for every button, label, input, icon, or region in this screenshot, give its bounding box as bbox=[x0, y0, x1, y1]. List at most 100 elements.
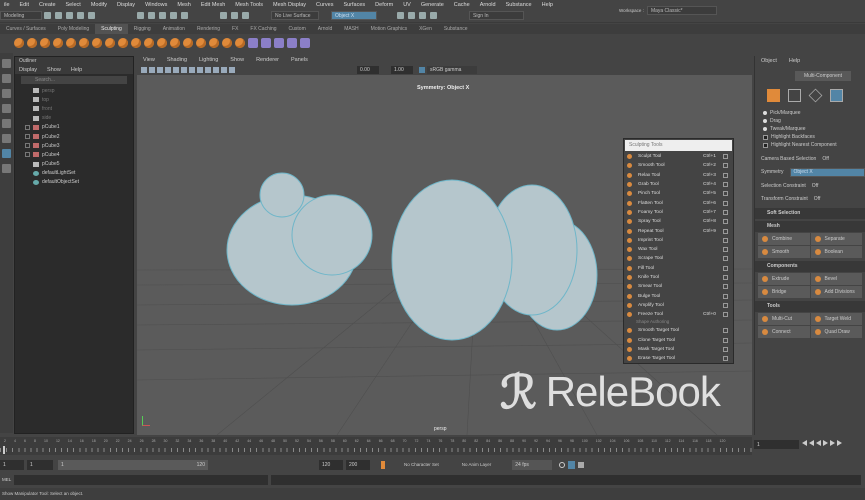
bookmark-icon[interactable] bbox=[157, 66, 163, 73]
new-scene-icon[interactable] bbox=[44, 12, 51, 19]
viewport-menu-view[interactable]: View bbox=[143, 57, 155, 63]
face-mode-icon[interactable] bbox=[830, 88, 843, 102]
sculpt-tool-item[interactable]: Clone Target Tool bbox=[624, 336, 733, 345]
outliner-item[interactable]: pCube2 bbox=[15, 132, 133, 141]
outliner-item[interactable]: persp bbox=[15, 86, 133, 95]
current-frame-field[interactable]: 1 bbox=[754, 440, 799, 449]
shelf-tab-mash[interactable]: MASH bbox=[338, 24, 364, 34]
textured-icon[interactable] bbox=[189, 66, 195, 73]
start-time-field[interactable]: 1 bbox=[0, 459, 24, 470]
combine-button[interactable]: Combine bbox=[758, 233, 810, 245]
sculpt-brush-icon[interactable] bbox=[196, 37, 206, 48]
menu-edit-mesh[interactable]: Edit Mesh bbox=[201, 2, 225, 8]
option-box-icon[interactable] bbox=[723, 200, 728, 206]
redo-icon[interactable] bbox=[88, 12, 95, 19]
target-weld-button[interactable]: Target Weld bbox=[810, 313, 862, 325]
shelf-tab-custom[interactable]: Custom bbox=[283, 24, 312, 34]
ipr-render-icon[interactable] bbox=[408, 12, 415, 19]
quad-draw-button[interactable]: Quad Draw bbox=[810, 326, 862, 338]
shelf-tool-icon[interactable] bbox=[300, 37, 310, 48]
toolkit-field[interactable]: Transform Constraint Off bbox=[755, 193, 865, 207]
option-box-icon[interactable] bbox=[723, 182, 728, 188]
smooth-shade-icon[interactable] bbox=[181, 66, 187, 73]
sculpt-tool-item[interactable]: Knife Tool bbox=[624, 273, 733, 282]
workspace-dropdown[interactable]: Maya Classic* bbox=[646, 6, 717, 15]
outliner-menu-help[interactable]: Help bbox=[71, 67, 82, 73]
option-box-icon[interactable] bbox=[723, 347, 728, 353]
option-box-icon[interactable] bbox=[723, 219, 728, 225]
toolkit-field[interactable]: Selection Constraint Off bbox=[755, 179, 865, 193]
exposure-field[interactable]: 0.00 bbox=[357, 65, 379, 74]
option-box-icon[interactable] bbox=[723, 256, 728, 262]
shelf-tab-xgen[interactable]: XGen bbox=[413, 24, 438, 34]
lasso-tool-icon[interactable] bbox=[2, 74, 11, 83]
shelf-tool-icon[interactable] bbox=[248, 37, 258, 48]
sign-in-dropdown[interactable]: Sign In bbox=[469, 11, 524, 20]
play-forward-icon[interactable] bbox=[823, 440, 828, 446]
current-time-marker[interactable] bbox=[3, 446, 5, 454]
pick-option-radio[interactable]: Tweak/Marquee bbox=[755, 125, 865, 133]
outliner-menu-display[interactable]: Display bbox=[19, 67, 37, 73]
shelf-tab-substance[interactable]: Substance bbox=[438, 24, 474, 34]
sculpt-brush-icon[interactable] bbox=[40, 37, 50, 48]
auto-key-icon[interactable] bbox=[381, 460, 385, 469]
option-box-icon[interactable] bbox=[723, 237, 728, 243]
sculpt-tool-item[interactable]: Sculpt Tool Ctrl+1 bbox=[624, 152, 733, 161]
toolkit-field[interactable]: Symmetry Object X bbox=[755, 166, 865, 180]
snap-grid-icon[interactable] bbox=[148, 12, 155, 19]
sound-icon[interactable] bbox=[578, 461, 585, 468]
step-forward-icon[interactable] bbox=[830, 440, 835, 446]
cache-icon[interactable] bbox=[568, 460, 576, 469]
xray-icon[interactable] bbox=[221, 66, 227, 73]
sculpt-tool-item[interactable]: Relax Tool Ctrl+3 bbox=[624, 171, 733, 180]
toolkit-menu-help[interactable]: Help bbox=[789, 58, 800, 64]
sculpt-brush-icon[interactable] bbox=[14, 37, 24, 48]
section-components[interactable]: Components bbox=[755, 261, 865, 272]
option-box-icon[interactable] bbox=[723, 293, 728, 299]
end-time-field[interactable]: 200 bbox=[346, 459, 370, 470]
option-box-icon[interactable] bbox=[723, 247, 728, 253]
fps-dropdown[interactable]: 24 fps bbox=[512, 459, 553, 470]
highlight-checkbox[interactable]: Highlight Backfaces bbox=[755, 133, 865, 141]
select-icon[interactable] bbox=[137, 12, 144, 19]
playback-start-field[interactable]: 1 bbox=[27, 459, 53, 470]
select-tool-icon[interactable] bbox=[2, 59, 11, 68]
option-box-icon[interactable] bbox=[723, 265, 728, 271]
outliner-item[interactable]: defaultLightSet bbox=[15, 169, 133, 178]
toolkit-menu-object[interactable]: Object bbox=[761, 58, 777, 64]
sculpt-brush-icon[interactable] bbox=[144, 37, 154, 48]
pick-option-radio[interactable]: Pick/Marquee bbox=[755, 109, 865, 117]
shelf-tab-curves-surfaces[interactable]: Curves / Surfaces bbox=[0, 24, 52, 34]
add-divisions-button[interactable]: Add Divisions bbox=[810, 286, 862, 298]
option-box-icon[interactable] bbox=[723, 191, 728, 197]
sculpt-tool-item[interactable]: Repeat Tool Ctrl+9 bbox=[624, 226, 733, 235]
layout-single-icon[interactable] bbox=[2, 164, 11, 173]
shelf-tab-fx-caching[interactable]: FX Caching bbox=[244, 24, 282, 34]
sculpt-brush-icon[interactable] bbox=[92, 37, 102, 48]
field-value[interactable]: Off bbox=[812, 183, 819, 189]
grid-icon[interactable] bbox=[165, 66, 171, 73]
sculpt-tool-item[interactable]: Amplify Tool bbox=[624, 301, 733, 310]
menu-help[interactable]: Help bbox=[542, 2, 553, 8]
playback-end-field[interactable]: 120 bbox=[319, 459, 343, 470]
pick-option-radio[interactable]: Drag bbox=[755, 117, 865, 125]
option-box-icon[interactable] bbox=[723, 154, 728, 160]
menu-cache[interactable]: Cache bbox=[454, 2, 470, 8]
wireframe-icon[interactable] bbox=[173, 66, 179, 73]
paint-select-icon[interactable] bbox=[2, 89, 11, 98]
undo-icon[interactable] bbox=[77, 12, 84, 19]
option-box-icon[interactable] bbox=[723, 163, 728, 169]
multi-cut-button[interactable]: Multi-Cut bbox=[758, 313, 810, 325]
loop-icon[interactable] bbox=[559, 461, 566, 468]
soft-selection-section[interactable]: Soft Selection bbox=[755, 208, 865, 219]
render-icon[interactable] bbox=[397, 12, 404, 19]
viewport-menu-panels[interactable]: Panels bbox=[291, 57, 308, 63]
anim-layer-dropdown[interactable]: No Anim Layer bbox=[462, 462, 492, 467]
outliner-menu-show[interactable]: Show bbox=[47, 67, 61, 73]
outliner-item[interactable]: pCube4 bbox=[15, 150, 133, 159]
sculpt-brush-icon[interactable] bbox=[157, 37, 167, 48]
bevel-button[interactable]: Bevel bbox=[810, 273, 862, 285]
sculpt-brush-icon[interactable] bbox=[235, 37, 245, 48]
expand-icon[interactable] bbox=[25, 152, 30, 158]
menu-edit[interactable]: Edit bbox=[20, 2, 29, 8]
